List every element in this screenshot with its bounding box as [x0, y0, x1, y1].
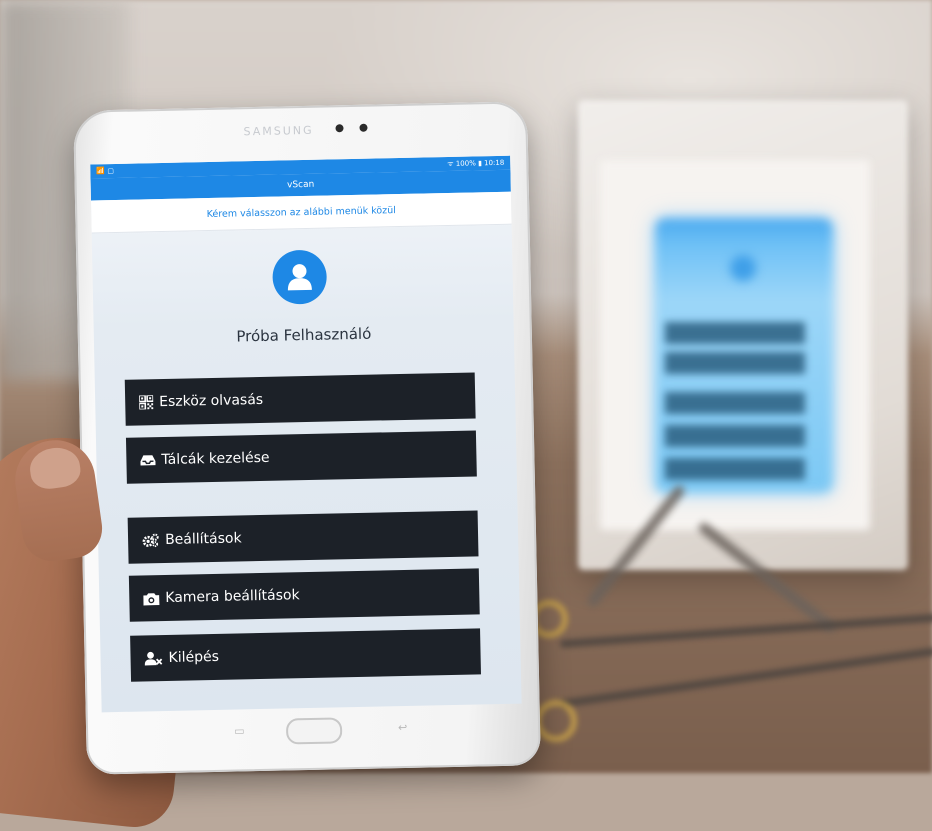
user-name: Próba Felhasználó: [236, 324, 372, 346]
gears-icon: [142, 533, 159, 548]
qr-code-icon: [139, 395, 154, 410]
menu-button-kamera-beallitasok[interactable]: Kamera beállítások: [128, 568, 480, 622]
background-device-avatar: [730, 255, 756, 281]
subtitle-text: Kérem válasszon az alábbi menük közül: [206, 204, 396, 220]
menu-label: Kamera beállítások: [165, 587, 300, 607]
menu-button-eszkoz-olvasas[interactable]: Eszköz olvasás: [124, 372, 476, 426]
status-right: ᯤ 100% ▮ 10:18: [447, 158, 505, 168]
background-device-bar: [665, 425, 805, 447]
home-button[interactable]: [285, 717, 343, 745]
tablet: SAMSUNG 📶 ▢ ᯤ 100% ▮ 10:18 vScan Kérem v…: [73, 101, 541, 775]
menu-label: Beállítások: [164, 530, 242, 548]
back-key[interactable]: ↩: [398, 721, 407, 734]
menu-label: Tálcák kezelése: [161, 449, 270, 469]
background-instrument-ring: [535, 700, 577, 742]
camera-icon: [143, 592, 160, 605]
front-camera: [335, 124, 344, 133]
front-sensor: [359, 123, 368, 132]
background-device-bar: [665, 392, 805, 414]
brand-wordmark: SAMSUNG: [243, 123, 314, 139]
avatar: [272, 249, 328, 305]
menu-button-beallitasok[interactable]: Beállítások: [127, 510, 479, 564]
menu-button-talcak-kezelese[interactable]: Tálcák kezelése: [125, 430, 477, 484]
background-device-bar: [665, 352, 805, 374]
menu-button-kilepes[interactable]: Kilépés: [130, 628, 481, 682]
tablet-screen: 📶 ▢ ᯤ 100% ▮ 10:18 vScan Kérem válasszon…: [90, 155, 522, 713]
background-device-bar: [665, 322, 805, 344]
user-icon: [287, 264, 312, 291]
status-left: 📶 ▢: [96, 166, 115, 176]
menu-label: Eszköz olvasás: [159, 391, 264, 411]
recent-apps-key[interactable]: ▭: [234, 724, 245, 737]
user-remove-icon: [144, 651, 163, 666]
menu-label: Kilépés: [168, 648, 220, 666]
background-device-bar: [665, 458, 805, 480]
app-title: vScan: [286, 179, 315, 191]
tray-icon: [140, 455, 156, 466]
